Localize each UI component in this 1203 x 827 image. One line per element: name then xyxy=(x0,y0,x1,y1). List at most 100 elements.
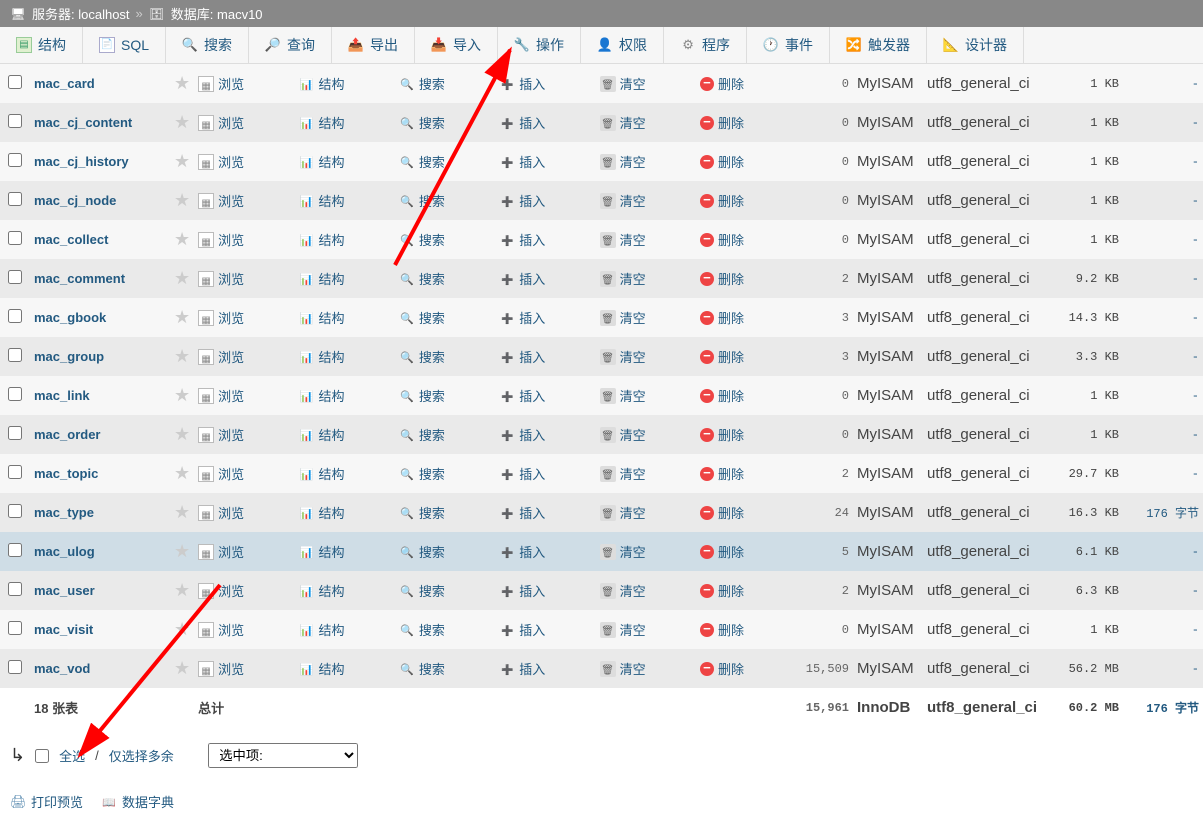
action-insert[interactable]: 插入 xyxy=(499,113,545,132)
action-drop[interactable]: 删除 xyxy=(700,503,744,522)
favorite-star-icon[interactable]: ★ xyxy=(174,268,190,288)
action-search[interactable]: 搜索 xyxy=(399,503,445,522)
tab-events[interactable]: 事件 xyxy=(747,27,830,63)
action-search[interactable]: 搜索 xyxy=(399,269,445,288)
action-browse[interactable]: 浏览 xyxy=(198,152,244,171)
table-name-link[interactable]: mac_user xyxy=(34,583,95,598)
action-structure[interactable]: 结构 xyxy=(299,581,345,600)
action-insert[interactable]: 插入 xyxy=(499,542,545,561)
favorite-star-icon[interactable]: ★ xyxy=(174,307,190,327)
action-empty[interactable]: 清空 xyxy=(600,386,646,405)
action-structure[interactable]: 结构 xyxy=(299,230,345,249)
action-insert[interactable]: 插入 xyxy=(499,503,545,522)
action-browse[interactable]: 浏览 xyxy=(198,620,244,639)
action-structure[interactable]: 结构 xyxy=(299,308,345,327)
table-name-link[interactable]: mac_cj_node xyxy=(34,193,116,208)
breadcrumb-server[interactable]: 服务器: localhost xyxy=(32,4,130,23)
action-browse[interactable]: 浏览 xyxy=(198,581,244,600)
action-search[interactable]: 搜索 xyxy=(399,113,445,132)
table-name-link[interactable]: mac_order xyxy=(34,427,100,442)
favorite-star-icon[interactable]: ★ xyxy=(174,151,190,171)
tab-export[interactable]: 导出 xyxy=(332,27,415,63)
action-search[interactable]: 搜索 xyxy=(399,386,445,405)
data-dictionary-link[interactable]: 数据字典 xyxy=(101,792,174,811)
tab-sql[interactable]: SQL xyxy=(83,27,166,63)
action-search[interactable]: 搜索 xyxy=(399,230,445,249)
action-insert[interactable]: 插入 xyxy=(499,620,545,639)
tab-search[interactable]: 搜索 xyxy=(166,27,249,63)
row-checkbox[interactable] xyxy=(8,582,22,596)
row-checkbox[interactable] xyxy=(8,543,22,557)
action-drop[interactable]: 删除 xyxy=(700,347,744,366)
action-empty[interactable]: 清空 xyxy=(600,503,646,522)
action-empty[interactable]: 清空 xyxy=(600,581,646,600)
tab-structure[interactable]: 结构 xyxy=(0,27,83,63)
action-empty[interactable]: 清空 xyxy=(600,542,646,561)
row-checkbox[interactable] xyxy=(8,114,22,128)
row-checkbox[interactable] xyxy=(8,153,22,167)
action-browse[interactable]: 浏览 xyxy=(198,308,244,327)
row-checkbox[interactable] xyxy=(8,309,22,323)
action-drop[interactable]: 删除 xyxy=(700,386,744,405)
favorite-star-icon[interactable]: ★ xyxy=(174,619,190,639)
action-empty[interactable]: 清空 xyxy=(600,230,646,249)
action-structure[interactable]: 结构 xyxy=(299,113,345,132)
action-structure[interactable]: 结构 xyxy=(299,542,345,561)
row-checkbox[interactable] xyxy=(8,270,22,284)
action-browse[interactable]: 浏览 xyxy=(198,113,244,132)
action-browse[interactable]: 浏览 xyxy=(198,503,244,522)
action-drop[interactable]: 删除 xyxy=(700,581,744,600)
action-insert[interactable]: 插入 xyxy=(499,581,545,600)
action-structure[interactable]: 结构 xyxy=(299,620,345,639)
action-search[interactable]: 搜索 xyxy=(399,659,445,678)
table-name-link[interactable]: mac_cj_content xyxy=(34,115,132,130)
favorite-star-icon[interactable]: ★ xyxy=(174,424,190,444)
action-search[interactable]: 搜索 xyxy=(399,191,445,210)
table-name-link[interactable]: mac_gbook xyxy=(34,310,106,325)
table-name-link[interactable]: mac_ulog xyxy=(34,544,95,559)
action-search[interactable]: 搜索 xyxy=(399,464,445,483)
row-checkbox[interactable] xyxy=(8,465,22,479)
table-name-link[interactable]: mac_cj_history xyxy=(34,154,129,169)
action-drop[interactable]: 删除 xyxy=(700,230,744,249)
favorite-star-icon[interactable]: ★ xyxy=(174,385,190,405)
action-drop[interactable]: 删除 xyxy=(700,113,744,132)
action-drop[interactable]: 删除 xyxy=(700,542,744,561)
table-name-link[interactable]: mac_comment xyxy=(34,271,125,286)
action-structure[interactable]: 结构 xyxy=(299,464,345,483)
table-name-link[interactable]: mac_collect xyxy=(34,232,108,247)
row-checkbox[interactable] xyxy=(8,387,22,401)
action-insert[interactable]: 插入 xyxy=(499,659,545,678)
action-search[interactable]: 搜索 xyxy=(399,620,445,639)
action-insert[interactable]: 插入 xyxy=(499,386,545,405)
favorite-star-icon[interactable]: ★ xyxy=(174,229,190,249)
table-name-link[interactable]: mac_visit xyxy=(34,622,93,637)
action-browse[interactable]: 浏览 xyxy=(198,659,244,678)
favorite-star-icon[interactable]: ★ xyxy=(174,580,190,600)
row-checkbox[interactable] xyxy=(8,348,22,362)
action-drop[interactable]: 删除 xyxy=(700,659,744,678)
action-structure[interactable]: 结构 xyxy=(299,347,345,366)
breadcrumb-database[interactable]: 数据库: macv10 xyxy=(171,4,263,23)
action-search[interactable]: 搜索 xyxy=(399,542,445,561)
row-checkbox[interactable] xyxy=(8,231,22,245)
action-insert[interactable]: 插入 xyxy=(499,308,545,327)
favorite-star-icon[interactable]: ★ xyxy=(174,190,190,210)
print-view-link[interactable]: 打印预览 xyxy=(10,792,83,811)
favorite-star-icon[interactable]: ★ xyxy=(174,463,190,483)
check-all-link[interactable]: 全选 xyxy=(59,746,85,765)
bulk-action-select[interactable]: 选中项: xyxy=(208,743,358,768)
action-drop[interactable]: 删除 xyxy=(700,74,744,93)
action-search[interactable]: 搜索 xyxy=(399,347,445,366)
favorite-star-icon[interactable]: ★ xyxy=(174,346,190,366)
action-drop[interactable]: 删除 xyxy=(700,464,744,483)
action-empty[interactable]: 清空 xyxy=(600,74,646,93)
tab-triggers[interactable]: 触发器 xyxy=(830,27,927,63)
action-drop[interactable]: 删除 xyxy=(700,269,744,288)
action-insert[interactable]: 插入 xyxy=(499,347,545,366)
action-browse[interactable]: 浏览 xyxy=(198,425,244,444)
action-search[interactable]: 搜索 xyxy=(399,581,445,600)
action-insert[interactable]: 插入 xyxy=(499,464,545,483)
tab-privileges[interactable]: 权限 xyxy=(581,27,664,63)
table-name-link[interactable]: mac_vod xyxy=(34,661,90,676)
